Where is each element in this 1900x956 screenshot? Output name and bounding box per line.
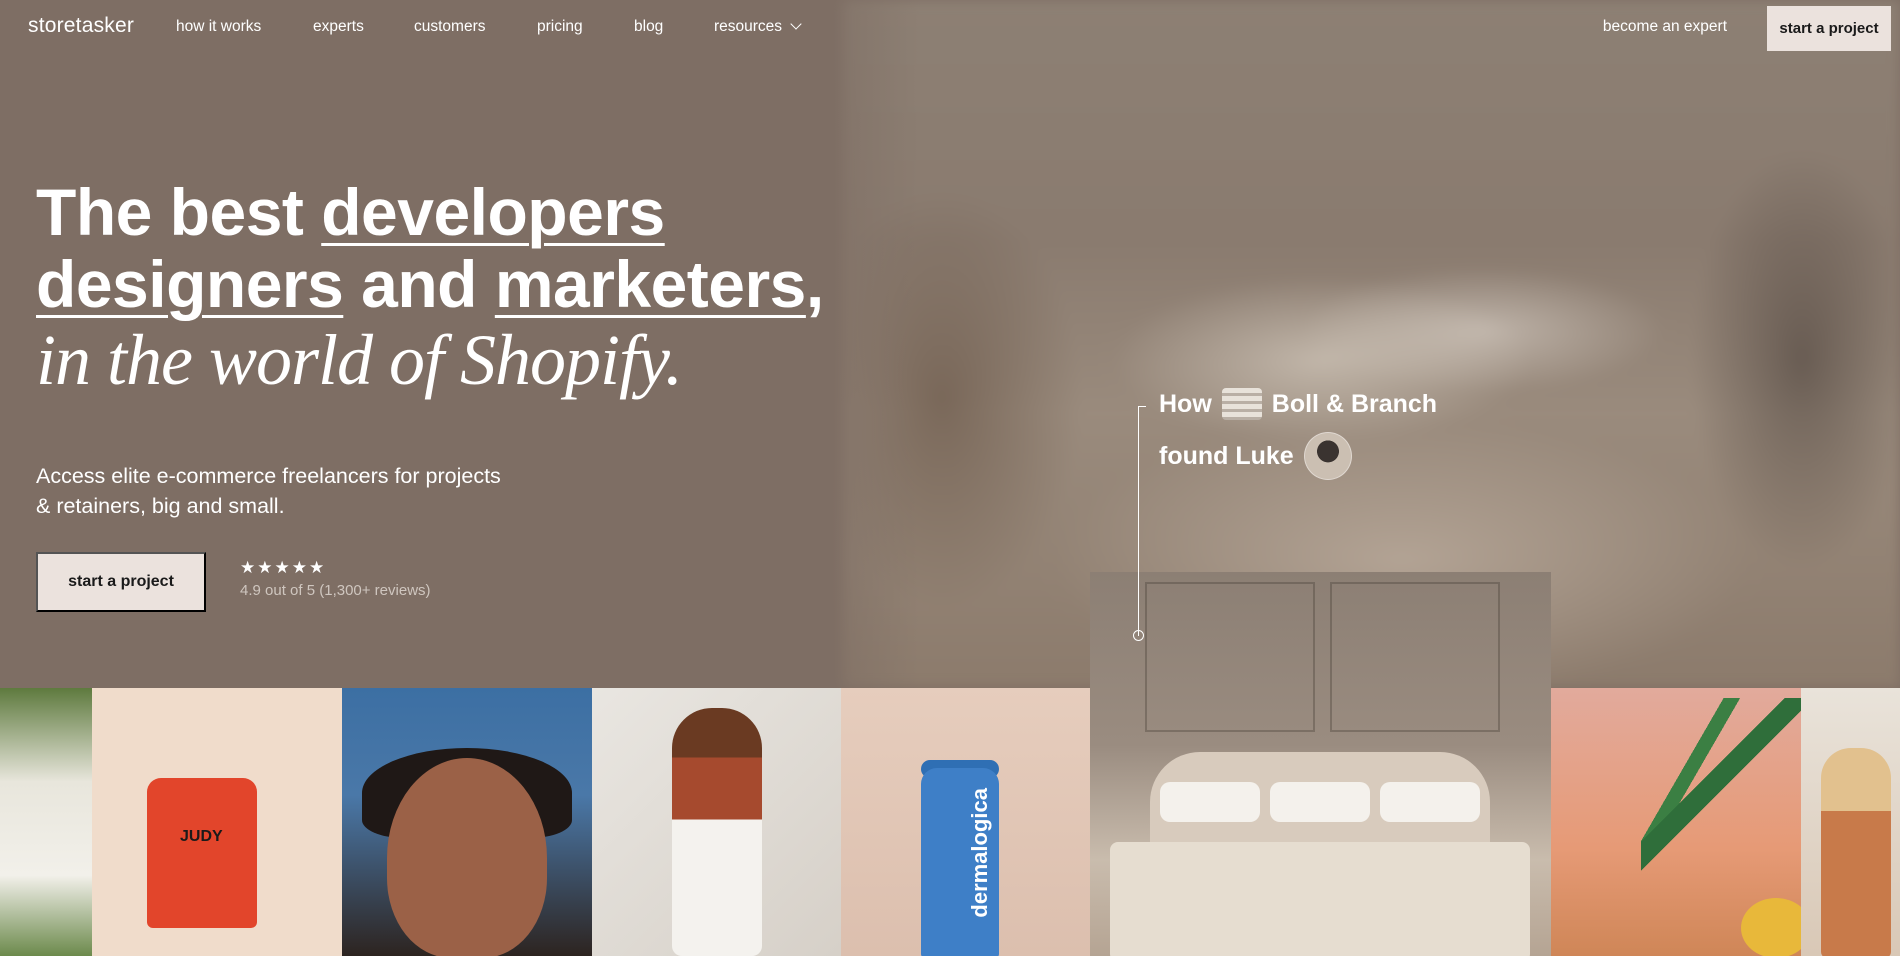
bedspread-shape [1110, 842, 1530, 956]
resources-label: resources [714, 18, 783, 35]
tile-judy-photo: JUDY [92, 688, 342, 956]
rating-text: 4.9 out of 5 (1,300+ reviews) [240, 582, 431, 599]
face-shape [387, 758, 547, 956]
rating-stars-icon: ★★★★★ [240, 558, 327, 577]
callout-heading-line1[interactable]: How Boll & Branch [1159, 388, 1437, 420]
become-expert-link[interactable]: become an expert [1603, 18, 1727, 36]
hero-subcopy: Access elite e-commerce freelancers for … [36, 464, 501, 518]
headline-and: and [343, 247, 495, 321]
hero-photo-fade [780, 0, 920, 688]
headline-link-marketers[interactable]: marketers [495, 247, 807, 321]
avatar [1303, 432, 1352, 480]
nav-link-blog[interactable]: blog [634, 18, 663, 36]
callout-heading-line2[interactable]: found Luke [1159, 432, 1352, 480]
headline-link-designers[interactable]: designers [36, 247, 344, 321]
nav-link-resources[interactable]: resources [714, 18, 802, 36]
tile-office-photo [1801, 688, 1900, 956]
hero-headline: The best developers designers and market… [36, 176, 836, 320]
judy-label: JUDY [180, 828, 223, 845]
hero-italic-line: in the world of Shopify. [36, 320, 683, 400]
nav-link-customers[interactable]: customers [414, 18, 486, 36]
logo[interactable]: storetasker [28, 14, 134, 38]
dancer-figure [672, 708, 762, 956]
headline-comma: , [805, 247, 824, 321]
callout-dot-icon [1133, 630, 1144, 641]
red-bag-image [147, 778, 257, 928]
dermalogica-label: dermalogica [967, 788, 992, 918]
callout-tick [1138, 406, 1146, 407]
wall-panel [1145, 582, 1315, 732]
callout-brand: Boll & Branch [1271, 389, 1438, 418]
wall-panel [1330, 582, 1500, 732]
nav-link-pricing[interactable]: pricing [537, 18, 583, 36]
pillow-shape [1380, 782, 1480, 822]
callout-connector-line [1138, 406, 1139, 636]
nav-link-how-it-works[interactable]: how it works [176, 18, 261, 36]
headline-link-developers[interactable]: developers [321, 175, 665, 249]
pillow-shape [1160, 782, 1260, 822]
hero-start-project-button[interactable]: start a project [36, 552, 206, 612]
tile-boll-branch-bedroom-photo[interactable] [1090, 572, 1551, 956]
mango-shape [1741, 898, 1801, 956]
callout-found: found Luke [1159, 441, 1294, 470]
tile-portrait-photo [342, 688, 592, 956]
top-nav: storetasker how it works experts custome… [0, 0, 1900, 56]
callout-how: How [1159, 389, 1212, 418]
tile-dermalogica-photo: dermalogica [841, 688, 1090, 956]
tile-tropical-photo [1551, 688, 1801, 956]
tile-dancer-photo [592, 688, 841, 956]
chevron-down-icon [790, 18, 802, 30]
person-shape [1821, 748, 1891, 956]
nav-link-experts[interactable]: experts [313, 18, 364, 36]
pillow-shape [1270, 782, 1370, 822]
boll-branch-logo-icon [1221, 388, 1262, 420]
nav-start-project-button[interactable]: start a project [1767, 6, 1891, 51]
headline-prefix: The best [36, 175, 322, 249]
palm-frond-shape [1641, 698, 1801, 898]
tile-house-photo [0, 688, 92, 956]
